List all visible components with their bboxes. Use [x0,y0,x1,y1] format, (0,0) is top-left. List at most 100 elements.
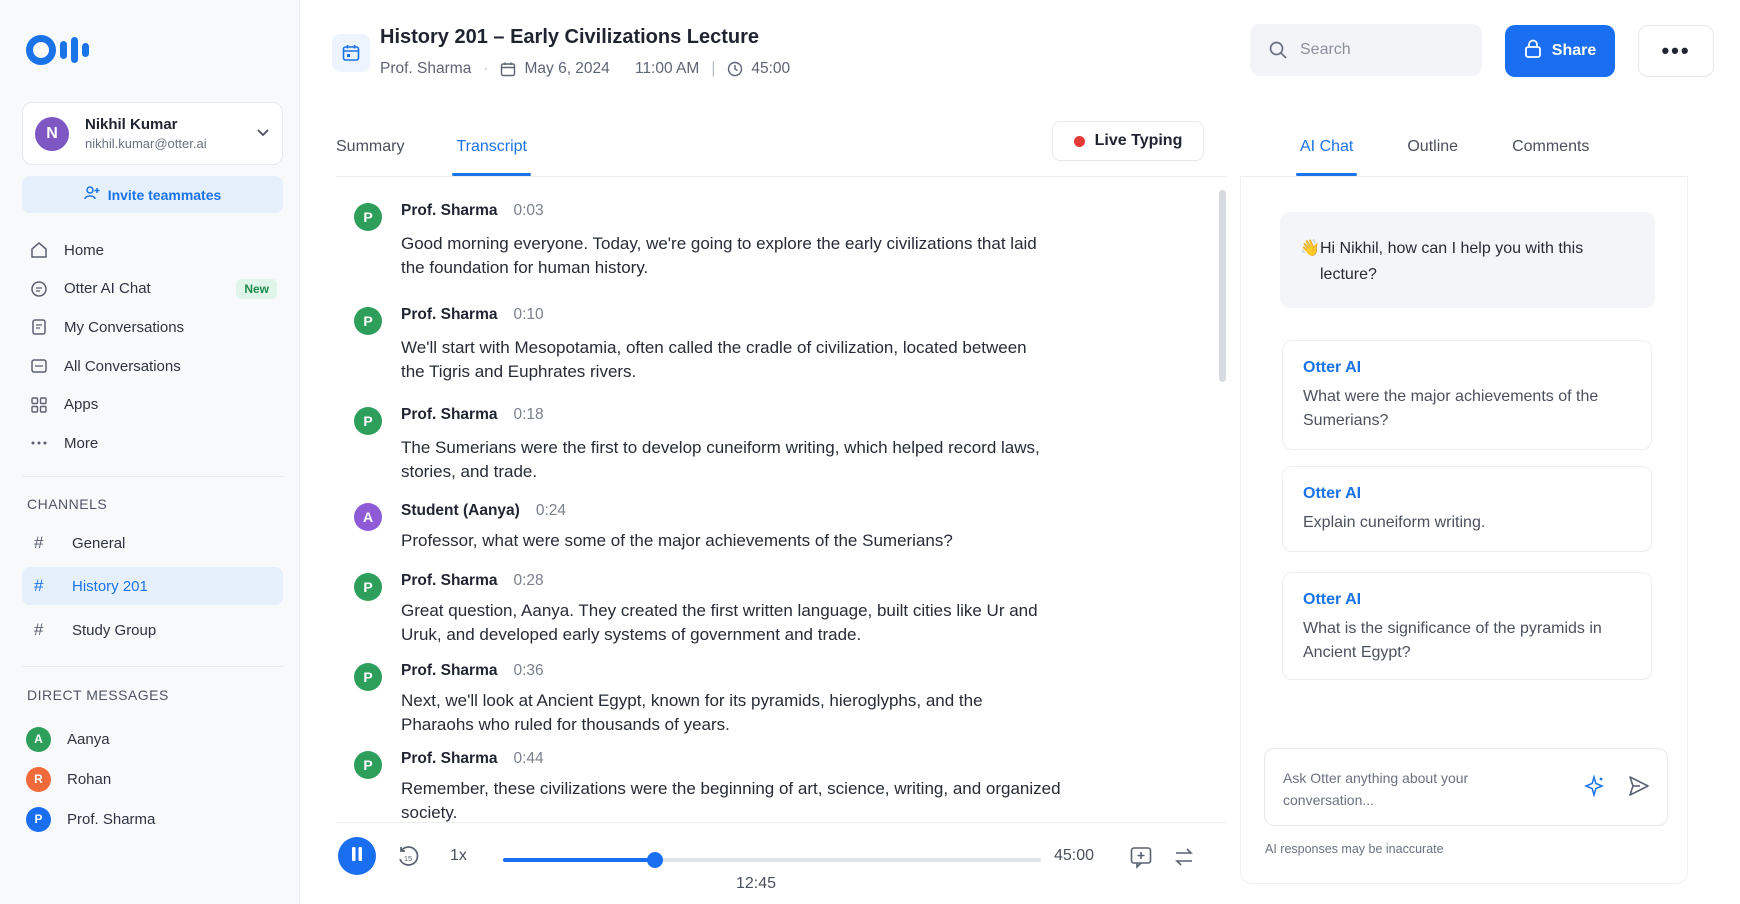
rewind-15-button[interactable]: 15 [396,845,420,873]
share-button[interactable]: Share [1505,25,1615,77]
pause-button[interactable] [338,837,376,875]
suggestion-card[interactable]: Otter AI What is the significance of the… [1282,572,1652,680]
sidebar-item-label: More [64,434,99,452]
separator: | [711,60,716,77]
right-panel-tabs: AI Chat Outline Comments [1295,118,1643,176]
new-badge: New [236,278,277,299]
ai-disclaimer: AI responses may be inaccurate [1265,842,1444,856]
dm-aanya[interactable]: A Aanya [26,724,110,754]
sidebar-item-more[interactable]: More [22,424,283,463]
live-typing-button[interactable]: Live Typing [1052,121,1204,161]
suggestion-card[interactable]: Otter AI What were the major achievement… [1282,340,1652,450]
speaker-avatar: P [354,203,382,231]
dm-rohan[interactable]: R Rohan [26,764,111,794]
send-icon[interactable] [1627,774,1651,802]
timestamp[interactable]: 0:36 [513,662,543,679]
invite-label: Invite teammates [107,186,222,203]
speaker-name: Prof. Sharma [401,572,498,589]
channel-study-group[interactable]: # Study Group [22,611,283,649]
suggestion-question: What is the significance of the pyramids… [1303,620,1602,661]
live-typing-label: Live Typing [1094,132,1183,149]
speaker-line: Prof. Sharma 0:36 [401,662,544,680]
ellipsis-icon: ••• [1661,38,1691,63]
waving-hand-icon: 👋 [1300,240,1320,257]
transcript-text: The Sumerians were the first to develop … [401,438,1040,481]
total-duration: 45:00 [1054,847,1095,864]
more-dots-icon [30,434,48,452]
recording-dot-icon [1073,135,1085,147]
ask-otter-input[interactable]: Ask Otter anything about your conversati… [1264,748,1668,826]
sidebar-item-otter-ai-chat[interactable]: Otter AI Chat New [22,270,283,309]
timestamp[interactable]: 0:10 [513,306,543,323]
hash-icon: # [34,533,44,552]
timestamp[interactable]: 0:24 [536,502,566,519]
conversation-meta: Prof. Sharma · May 6, 2024 · 11:00 AM | … [380,60,790,78]
speaker-avatar: P [354,751,382,779]
channel-history-201[interactable]: # History 201 [22,567,283,605]
greeting-text: Hi Nikhil, how can I help you with this … [1320,240,1584,283]
suggestion-card[interactable]: Otter AI Explain cuneiform writing. [1282,466,1652,552]
timestamp[interactable]: 0:03 [513,202,543,219]
svg-text:15: 15 [404,854,412,863]
calendar-icon [332,34,370,72]
search-input[interactable]: Search [1250,24,1482,76]
divider [22,476,283,477]
channel-label: General [72,534,126,552]
search-placeholder: Search [1300,41,1351,58]
progress-knob[interactable] [647,852,664,868]
more-options-button[interactable]: ••• [1638,25,1714,77]
transcript-scrollbar[interactable] [1219,190,1226,382]
speaker-line: Prof. Sharma 0:10 [401,306,544,324]
playback-speed-button[interactable]: 1x [450,847,467,865]
timestamp[interactable]: 0:28 [513,572,543,589]
sync-button[interactable] [1172,845,1196,873]
spacer: · [620,60,625,78]
tab-ai-chat[interactable]: AI Chat [1295,118,1358,176]
progress-slider[interactable] [503,852,1041,868]
speaker-name: Prof. Sharma [401,662,498,679]
tab-outline[interactable]: Outline [1407,118,1458,176]
conversation-time: 11:00 AM [634,60,700,77]
invite-teammates-button[interactable]: Invite teammates [22,176,283,213]
sparkle-icon[interactable] [1583,774,1605,801]
dm-prof-sharma[interactable]: P Prof. Sharma [26,804,155,834]
channel-general[interactable]: # General [22,524,283,562]
tab-comments[interactable]: Comments [1512,118,1589,176]
sidebar-item-apps[interactable]: Apps [22,385,283,424]
avatar: P [26,806,51,832]
conversation-icon [30,318,48,336]
user-email: nikhil.kumar@otter.ai [85,136,207,151]
current-time: 12:45 [736,875,777,892]
sidebar-item-my-conversations[interactable]: My Conversations [22,308,283,347]
chevron-down-icon [256,125,270,142]
tab-summary[interactable]: Summary [336,118,404,176]
app-root: N Nikhil Kumar nikhil.kumar@otter.ai Inv… [0,0,1740,904]
direct-messages-heading: DIRECT MESSAGES [27,687,169,703]
sidebar-item-label: Otter AI Chat [64,280,151,298]
speaker-avatar: A [354,503,382,531]
search-icon [1268,40,1288,60]
conversation-date: May 6, 2024 [524,60,610,77]
transcript-text: Good morning everyone. Today, we're goin… [401,234,1037,277]
swap-arrows-icon [1172,848,1196,873]
transcript-list: P Prof. Sharma 0:03 Good morning everyone… [336,190,1226,822]
tab-transcript[interactable]: Transcript [452,118,531,176]
sidebar-item-label: Home [64,241,105,259]
sidebar-item-home[interactable]: Home [22,231,283,270]
channel-label: Study Group [72,621,157,639]
add-comment-icon [1129,847,1153,873]
timestamp[interactable]: 0:18 [513,406,543,423]
otter-logo[interactable] [26,30,89,70]
speaker-avatar: P [354,307,382,335]
speaker-avatar: P [354,573,382,601]
user-switcher[interactable]: N Nikhil Kumar nikhil.kumar@otter.ai [22,102,283,165]
timestamp[interactable]: 0:44 [513,750,543,767]
suggestion-source: Otter AI [1303,485,1362,502]
suggestion-source: Otter AI [1303,591,1362,608]
sidebar-item-all-conversations[interactable]: All Conversations [22,347,283,386]
dm-label: Prof. Sharma [67,810,156,828]
add-comment-button[interactable] [1129,845,1153,873]
conversation-header: History 201 – Early Civilizations Lectur… [300,0,1740,100]
hash-icon: # [34,576,44,595]
folder-icon [30,357,48,375]
